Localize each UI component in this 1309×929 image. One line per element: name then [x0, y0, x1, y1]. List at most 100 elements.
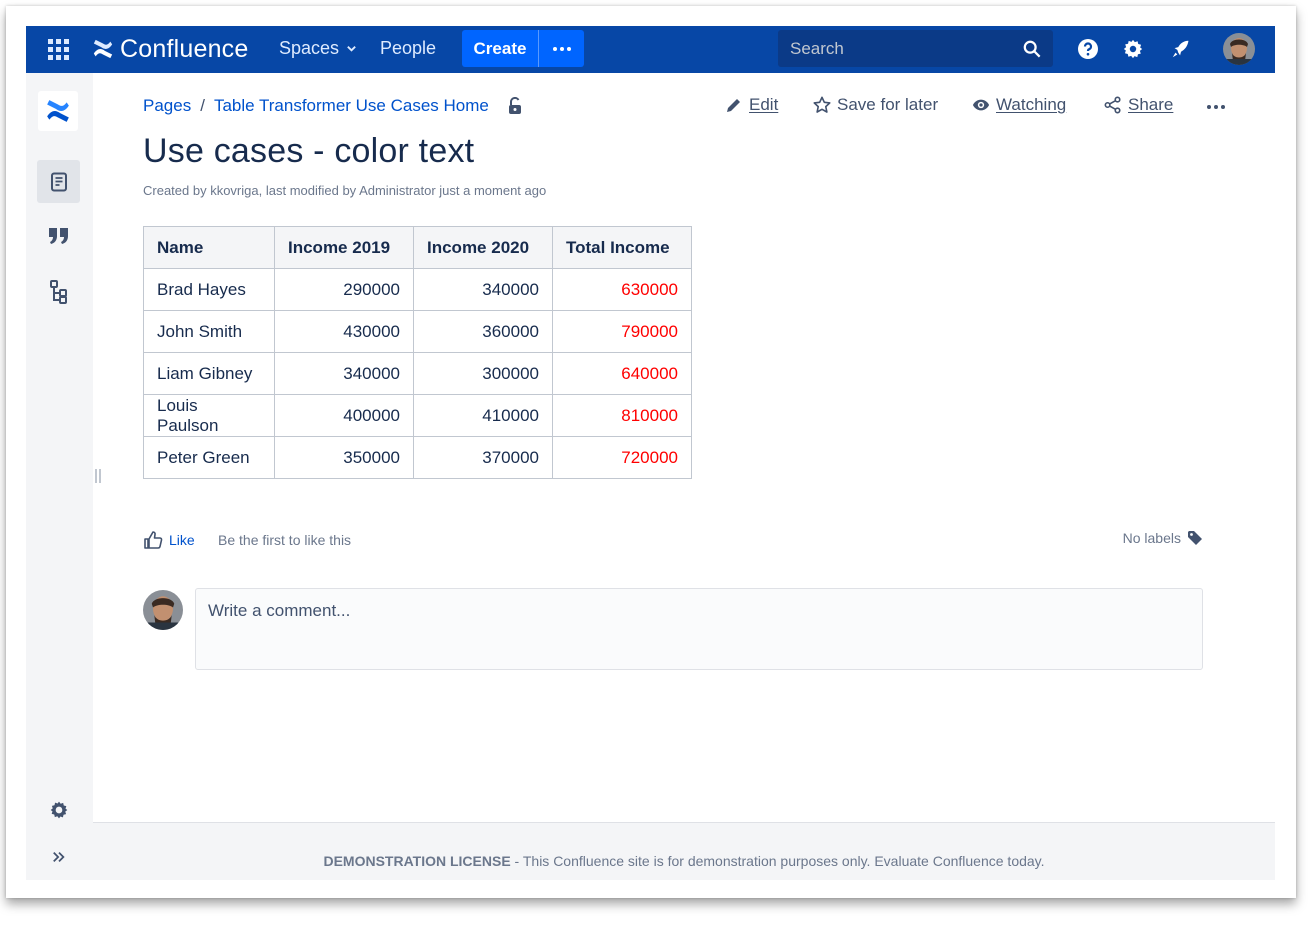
sidebar-resize-handle[interactable] — [95, 469, 101, 483]
share-label: Share — [1128, 95, 1174, 114]
cell-total-income: 720000 — [552, 436, 692, 479]
cell-total-income: 640000 — [552, 352, 692, 395]
cell-income-2020: 300000 — [413, 352, 553, 395]
cell-income-2020: 370000 — [413, 436, 553, 479]
help-icon[interactable] — [1077, 38, 1099, 60]
search-input[interactable]: Search — [778, 30, 1053, 67]
eye-icon — [972, 99, 990, 111]
comment-input[interactable]: Write a comment... — [195, 588, 1203, 670]
income-table: Name Income 2019 Income 2020 Total Incom… — [143, 226, 692, 479]
creator-link[interactable]: kkovriga — [210, 183, 258, 198]
page-actions: Edit Save for later Watching Share — [26, 95, 1275, 119]
people-link[interactable]: People — [380, 38, 436, 59]
sidebar-item-space-settings[interactable] — [37, 788, 80, 831]
sidebar-item-page-tree[interactable] — [37, 270, 80, 313]
confluence-logo[interactable]: Confluence — [92, 34, 248, 64]
feedback-row: Like Be the first to like this No labels — [143, 530, 1203, 552]
spaces-label: Spaces — [279, 38, 340, 58]
column-header-total-income[interactable]: Total Income — [552, 226, 692, 269]
share-icon — [1104, 96, 1121, 114]
thumbs-up-icon — [144, 531, 163, 549]
sidebar — [26, 73, 93, 880]
cell-income-2019: 400000 — [274, 394, 414, 437]
sidebar-item-blog[interactable] — [37, 214, 80, 257]
license-label: DEMONSTRATION LICENSE — [323, 853, 511, 869]
top-navigation: Confluence Spaces People Create Search — [26, 26, 1275, 73]
page-byline: Created by kkovriga, last modified by Ad… — [143, 183, 546, 198]
comment-placeholder: Write a comment... — [208, 601, 351, 620]
edit-label: Edit — [749, 95, 779, 114]
sidebar-expand-button[interactable] — [37, 835, 80, 878]
table-row: Liam Gibney 340000 300000 640000 — [143, 352, 692, 395]
cell-name: John Smith — [143, 310, 275, 353]
cell-total-income: 790000 — [552, 310, 692, 353]
people-label: People — [380, 38, 437, 58]
search-placeholder: Search — [790, 39, 844, 58]
chevron-down-icon — [347, 46, 356, 52]
spaces-menu[interactable]: Spaces — [279, 38, 357, 59]
table-body: Brad Hayes 290000 340000 630000 John Smith 43… — [143, 268, 692, 479]
share-button[interactable]: Share — [1104, 95, 1173, 115]
page-history-link[interactable]: just a moment ago — [436, 183, 546, 198]
star-icon — [813, 96, 831, 113]
table-header-row: Name Income 2019 Income 2020 Total Incom… — [143, 226, 692, 269]
app-switcher-icon[interactable] — [48, 39, 69, 60]
avatar-icon — [143, 590, 183, 630]
modifier-link[interactable]: Administrator — [359, 183, 436, 198]
column-header-income-2019[interactable]: Income 2019 — [274, 226, 414, 269]
cell-income-2019: 340000 — [274, 352, 414, 395]
evaluate-link[interactable]: Evaluate Confluence today. — [874, 853, 1044, 869]
create-button[interactable]: Create — [462, 30, 539, 67]
column-header-income-2020[interactable]: Income 2020 — [413, 226, 553, 269]
cell-income-2019: 290000 — [274, 268, 414, 311]
expand-icon — [52, 851, 65, 862]
cell-name: Brad Hayes — [143, 268, 275, 311]
brand-name: Confluence — [120, 34, 249, 63]
quote-icon — [48, 227, 68, 244]
confluence-logo-icon — [93, 39, 113, 59]
ellipsis-icon — [1207, 105, 1211, 109]
cell-income-2020: 410000 — [413, 394, 553, 437]
save-for-later-label: Save for later — [837, 95, 939, 114]
license-text: - This Confluence site is for demonstrat… — [510, 853, 875, 869]
column-header-name[interactable]: Name — [143, 226, 275, 269]
cell-income-2020: 360000 — [413, 310, 553, 353]
no-labels-text: No labels — [1122, 530, 1181, 546]
pencil-icon — [727, 99, 740, 112]
notifications-icon[interactable] — [1170, 38, 1192, 60]
tag-icon — [1188, 531, 1202, 545]
create-more-button[interactable] — [539, 30, 584, 67]
commenter-avatar — [143, 590, 183, 630]
page-title: Use cases - color text — [143, 132, 475, 170]
labels-button[interactable]: No labels — [1123, 530, 1203, 546]
byline-prefix: Created by — [143, 183, 211, 198]
more-actions-button[interactable] — [1207, 105, 1225, 109]
table-row: Peter Green 350000 370000 720000 — [143, 436, 692, 479]
gear-icon[interactable] — [1122, 38, 1144, 60]
like-button[interactable]: Like — [143, 530, 195, 550]
create-button-group: Create — [462, 30, 584, 67]
cell-total-income: 810000 — [552, 394, 692, 437]
cell-name: Peter Green — [143, 436, 275, 479]
page-tree-icon — [49, 279, 67, 304]
table-row: Louis Paulson 400000 410000 810000 — [143, 394, 692, 437]
confluence-app: Confluence Spaces People Create Search P… — [26, 26, 1275, 880]
table-row: John Smith 430000 360000 790000 — [143, 310, 692, 353]
gear-icon — [50, 801, 67, 818]
watching-button[interactable]: Watching — [972, 95, 1066, 115]
user-avatar[interactable] — [1223, 33, 1255, 65]
avatar-icon — [1223, 33, 1255, 65]
license-footer: DEMONSTRATION LICENSE - This Confluence … — [93, 822, 1275, 880]
edit-button[interactable]: Edit — [725, 95, 778, 115]
cell-name: Louis Paulson — [143, 394, 275, 437]
table-row: Brad Hayes 290000 340000 630000 — [143, 268, 692, 311]
like-label: Like — [169, 532, 195, 548]
watching-label: Watching — [996, 95, 1067, 114]
cell-name: Liam Gibney — [143, 352, 275, 395]
search-icon — [1023, 40, 1041, 58]
sidebar-item-pages[interactable] — [37, 160, 80, 203]
save-for-later-button[interactable]: Save for later — [813, 95, 938, 115]
first-like-text: Be the first to like this — [218, 532, 352, 548]
cell-income-2019: 350000 — [274, 436, 414, 479]
pages-icon — [50, 172, 67, 191]
